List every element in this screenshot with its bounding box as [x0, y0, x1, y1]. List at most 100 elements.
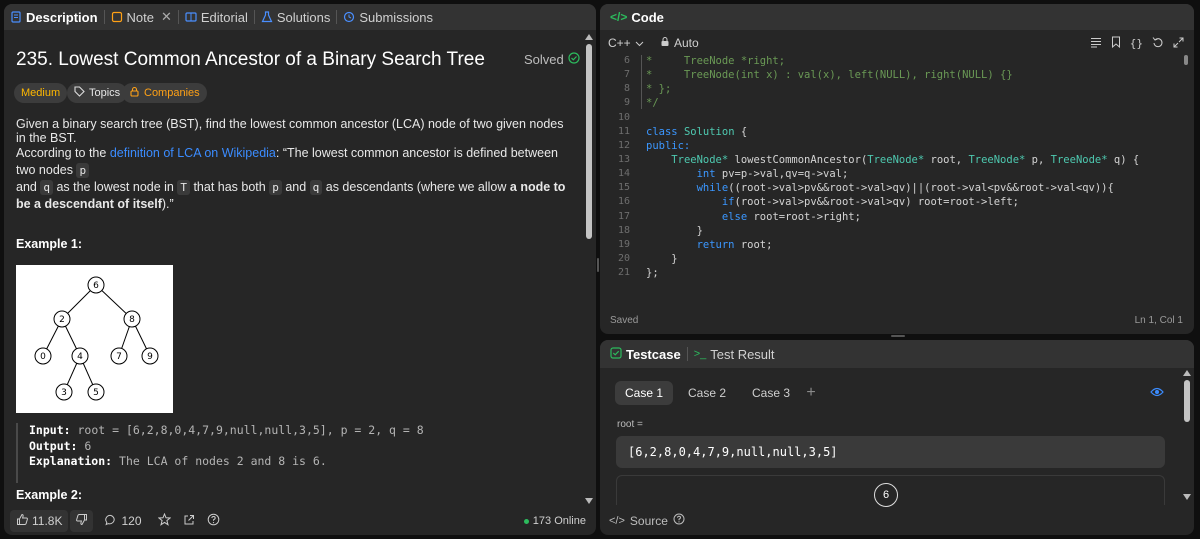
comments-button[interactable]: 120 — [105, 514, 142, 529]
testcase-scrollbar[interactable] — [1183, 370, 1191, 500]
code-text: { — [734, 126, 748, 138]
left-tab-bar: Description Note ✕ Editorial Solutions S… — [4, 4, 596, 30]
code-line-6: * TreeNode *right; — [646, 55, 785, 69]
resize-handle[interactable] — [891, 335, 905, 337]
code-text: (root->val>pv&&root->val>qv) root=root->… — [734, 196, 1019, 208]
language-select[interactable]: C++ — [608, 36, 644, 50]
scroll-down-arrow[interactable] — [585, 498, 593, 504]
scrollbar-thumb[interactable] — [1184, 380, 1190, 422]
code-tab-bar: </> Code — [600, 4, 1194, 30]
scrollbar-track[interactable] — [585, 34, 593, 504]
star-icon[interactable] — [157, 512, 171, 529]
scroll-up-arrow[interactable] — [585, 34, 593, 40]
auto-mode[interactable]: Auto — [660, 36, 699, 50]
tab-solutions[interactable]: Solutions — [261, 10, 330, 25]
help-icon[interactable] — [673, 513, 685, 528]
code-editor[interactable]: 6 7 8 9 10 11 12 13 14 15 16 17 18 19 20… — [600, 55, 1180, 285]
companies-button[interactable]: Companies — [122, 83, 207, 103]
line-number: 12 — [617, 140, 630, 151]
scroll-up-arrow[interactable] — [1183, 370, 1191, 376]
tab-note[interactable]: Note ✕ — [111, 9, 172, 25]
tab-test-result[interactable]: >_ Test Result — [694, 347, 775, 362]
code-line-8: * }; — [646, 83, 671, 97]
add-case-button[interactable]: + — [799, 381, 823, 405]
code-text: return — [696, 239, 735, 251]
code-text: q) { — [1107, 154, 1140, 166]
code-text: class — [646, 126, 678, 138]
tab-testcase-label: Testcase — [626, 346, 681, 362]
share-icon[interactable] — [183, 514, 195, 529]
close-icon[interactable]: ✕ — [161, 9, 172, 25]
text-seg: that has both — [189, 180, 270, 194]
tab-submissions[interactable]: Submissions — [343, 10, 433, 25]
lock-icon — [660, 36, 670, 50]
editor-scrollbar[interactable] — [1184, 55, 1188, 65]
braces-icon[interactable]: {} — [1130, 37, 1143, 50]
example-2-heading: Example 2: — [16, 488, 83, 502]
line-number: 9 — [623, 97, 630, 108]
floating-node-bubble[interactable]: 6 — [874, 483, 898, 507]
tab-code[interactable]: </> Code — [610, 10, 664, 25]
code-icon: </> — [609, 514, 625, 527]
case-3-tab[interactable]: Case 3 — [743, 381, 799, 405]
testcase-tab-bar: Testcase >_ Test Result — [600, 340, 1194, 368]
check-circle-icon — [568, 52, 580, 67]
online-dot — [523, 518, 529, 524]
root-input[interactable]: [6,2,8,0,4,7,9,null,null,3,5] — [616, 436, 1165, 468]
tree-node-label: 6 — [93, 281, 99, 291]
bookmark-icon[interactable] — [1111, 36, 1121, 51]
line-number: 14 — [617, 168, 630, 179]
problem-statement-1: Given a binary search tree (BST), find t… — [16, 117, 564, 145]
example-1-heading: Example 1: — [16, 237, 83, 251]
code-line-17: else root=root->right; — [646, 211, 861, 225]
tab-testcase[interactable]: Testcase — [610, 347, 681, 362]
reset-icon[interactable] — [1152, 36, 1164, 51]
code-text: TreeNode* — [1050, 154, 1108, 166]
code-text: TreeNode* — [867, 154, 925, 166]
topics-button[interactable]: Topics — [67, 83, 128, 103]
source-link[interactable]: </> Source — [609, 513, 685, 528]
case-2-tab[interactable]: Case 2 — [679, 381, 735, 405]
note-icon — [111, 11, 123, 23]
problem-title: 235. Lowest Common Ancestor of a Binary … — [16, 49, 485, 70]
code-text: } — [646, 253, 678, 265]
dislike-button[interactable] — [70, 510, 94, 532]
code-text: root, — [924, 154, 969, 166]
line-number: 10 — [617, 112, 630, 123]
tree-node-label: 4 — [77, 352, 83, 362]
likes-count: 11.8K — [32, 514, 63, 528]
scroll-down-arrow[interactable] — [1183, 494, 1191, 500]
code-line-20: } — [646, 253, 678, 267]
cursor-position: Ln 1, Col 1 — [1134, 315, 1183, 326]
description-panel: Description Note ✕ Editorial Solutions S… — [4, 4, 596, 535]
code-line-15: while((root->val>pv&&root->val>qv)||(roo… — [646, 182, 1114, 196]
expand-icon[interactable] — [1173, 37, 1184, 51]
lock-icon — [129, 86, 140, 100]
tab-description[interactable]: Description — [10, 10, 98, 25]
wikipedia-link[interactable]: definition of LCA on Wikipedia — [110, 146, 276, 160]
code-line-13: TreeNode* lowestCommonAncestor(TreeNode*… — [646, 154, 1139, 168]
text-seg: as the lowest node in — [52, 180, 178, 194]
split-handle[interactable] — [597, 258, 599, 272]
code-text: lowestCommonAncestor( — [728, 154, 868, 166]
history-icon — [343, 11, 355, 23]
eye-icon[interactable] — [1150, 384, 1164, 402]
case-1-tab[interactable]: Case 1 — [615, 381, 673, 405]
code-line-16: if(root->val>pv&&root->val>qv) root=root… — [646, 196, 1019, 210]
code-text: pv=p->val,qv=q->val; — [715, 168, 849, 180]
help-icon[interactable] — [207, 513, 220, 529]
thumbs-up-icon — [16, 513, 29, 529]
scrollbar-thumb[interactable] — [586, 44, 592, 239]
online-count: 173 Online — [523, 515, 586, 527]
like-button[interactable]: 11.8K — [10, 510, 69, 532]
difficulty-badge[interactable]: Medium — [14, 83, 68, 103]
format-icon[interactable] — [1090, 37, 1102, 51]
code-line-9: */ — [646, 97, 659, 111]
code-p: p — [269, 180, 282, 195]
tab-editorial[interactable]: Editorial — [185, 10, 248, 25]
code-text: * TreeNode *right; — [646, 55, 786, 67]
